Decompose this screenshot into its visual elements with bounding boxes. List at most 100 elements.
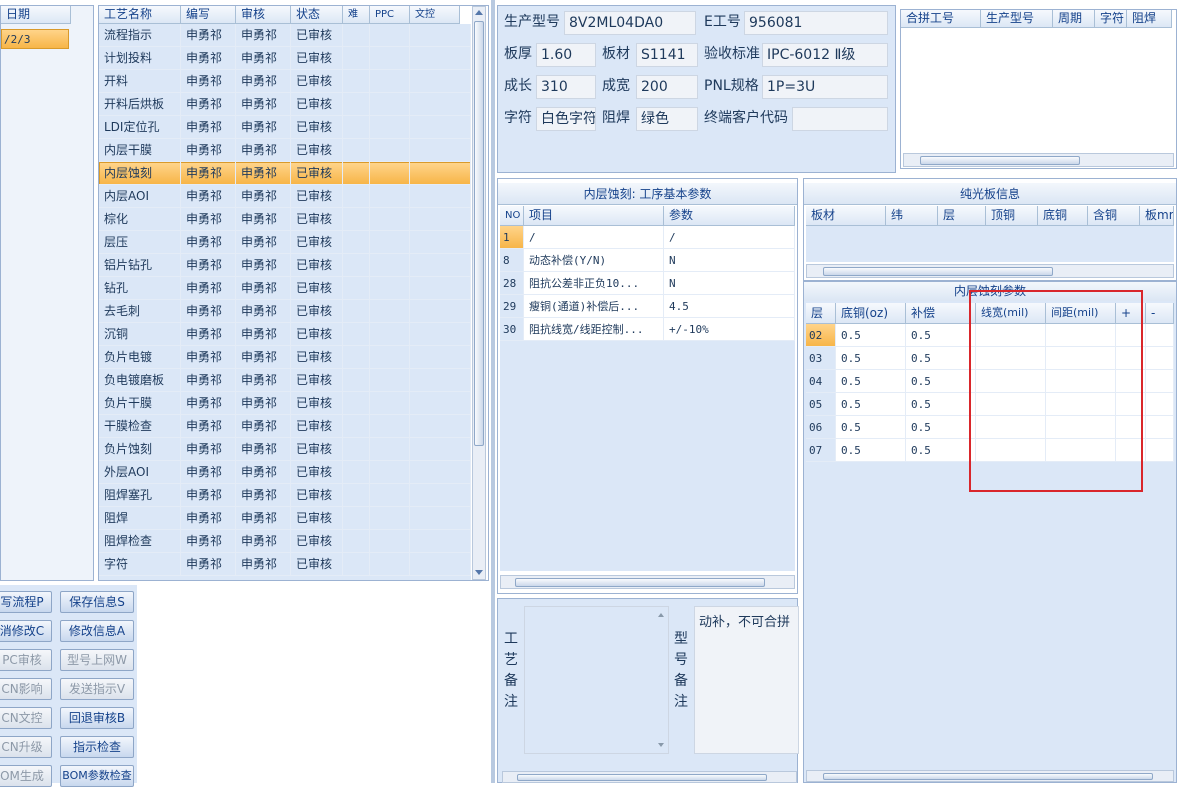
right-action-button[interactable]: 发送指示V xyxy=(60,678,134,700)
status-cell[interactable]: 已审核 xyxy=(291,162,343,185)
params-item-cell[interactable]: 阻抗公差非正负10... xyxy=(524,272,664,295)
doc-control-cell[interactable] xyxy=(410,70,471,93)
doc-control-cell[interactable] xyxy=(410,254,471,277)
doc-control-cell[interactable] xyxy=(410,47,471,70)
reviewer-cell[interactable]: 申勇祁 xyxy=(236,346,291,369)
doc-control-cell[interactable] xyxy=(410,461,471,484)
difficulty-cell[interactable] xyxy=(343,162,370,185)
params-col-header[interactable]: NO xyxy=(500,206,524,226)
status-cell[interactable]: 已审核 xyxy=(291,116,343,139)
process-name-cell[interactable]: 流程指示 xyxy=(99,24,181,47)
model-field[interactable]: 8V2ML04DA0 xyxy=(564,11,696,35)
process-col-header[interactable]: 审核 xyxy=(236,6,291,24)
compensation-cell[interactable]: 0.5 xyxy=(906,324,976,347)
difficulty-cell[interactable] xyxy=(343,24,370,47)
process-col-header[interactable]: 难 xyxy=(343,6,370,24)
process-name-cell[interactable]: 负片干膜 xyxy=(99,392,181,415)
process-name-cell[interactable]: 去毛刺 xyxy=(99,300,181,323)
doc-control-cell[interactable] xyxy=(410,530,471,553)
ppc-cell[interactable] xyxy=(370,254,410,277)
doc-control-cell[interactable] xyxy=(410,277,471,300)
params-value-cell[interactable]: N xyxy=(664,272,795,295)
ppc-cell[interactable] xyxy=(370,70,410,93)
writer-cell[interactable]: 申勇祁 xyxy=(181,47,236,70)
doc-control-cell[interactable] xyxy=(410,484,471,507)
difficulty-cell[interactable] xyxy=(343,392,370,415)
scroll-thumb[interactable] xyxy=(823,773,1153,780)
thickness-field[interactable]: 1.60 xyxy=(536,43,596,67)
params-value-cell[interactable]: 4.5 xyxy=(664,295,795,318)
writer-cell[interactable]: 申勇祁 xyxy=(181,323,236,346)
process-name-cell[interactable]: 计划投料 xyxy=(99,47,181,70)
mask-field[interactable]: 绿色 xyxy=(636,107,698,131)
etch-hscroll[interactable] xyxy=(806,770,1174,782)
writer-cell[interactable]: 申勇祁 xyxy=(181,93,236,116)
writer-cell[interactable]: 申勇祁 xyxy=(181,369,236,392)
left-action-button[interactable]: OM生成 xyxy=(0,765,52,787)
reviewer-cell[interactable]: 申勇祁 xyxy=(236,530,291,553)
process-name-cell[interactable]: 阻焊 xyxy=(99,507,181,530)
layer-cell[interactable]: 03 xyxy=(806,347,836,370)
bare-board-col-header[interactable]: 纬 xyxy=(886,206,938,226)
process-name-cell[interactable]: 铝片钻孔 xyxy=(99,254,181,277)
process-name-cell[interactable]: 内层蚀刻 xyxy=(99,162,181,185)
writer-cell[interactable]: 申勇祁 xyxy=(181,553,236,576)
writer-cell[interactable]: 申勇祁 xyxy=(181,484,236,507)
ppc-cell[interactable] xyxy=(370,553,410,576)
difficulty-cell[interactable] xyxy=(343,415,370,438)
merge-grid-hscroll[interactable] xyxy=(903,153,1174,167)
ppc-cell[interactable] xyxy=(370,93,410,116)
ppc-cell[interactable] xyxy=(370,369,410,392)
params-value-cell[interactable]: N xyxy=(664,249,795,272)
reviewer-cell[interactable]: 申勇祁 xyxy=(236,139,291,162)
reviewer-cell[interactable]: 申勇祁 xyxy=(236,162,291,185)
status-cell[interactable]: 已审核 xyxy=(291,415,343,438)
params-no-cell[interactable]: 30 xyxy=(500,318,524,341)
ppc-cell[interactable] xyxy=(370,461,410,484)
left-action-button[interactable]: CN升级 xyxy=(0,736,52,758)
status-cell[interactable]: 已审核 xyxy=(291,47,343,70)
ppc-cell[interactable] xyxy=(370,162,410,185)
reviewer-cell[interactable]: 申勇祁 xyxy=(236,70,291,93)
right-action-button[interactable]: 指示检查 xyxy=(60,736,134,758)
merge-col-header[interactable]: 字符 xyxy=(1095,10,1127,28)
reviewer-cell[interactable]: 申勇祁 xyxy=(236,300,291,323)
status-cell[interactable]: 已审核 xyxy=(291,484,343,507)
bare-board-col-header[interactable]: 层 xyxy=(938,206,986,226)
merge-col-header[interactable]: 周期 xyxy=(1053,10,1095,28)
writer-cell[interactable]: 申勇祁 xyxy=(181,70,236,93)
left-action-button[interactable]: 写流程P xyxy=(0,591,52,613)
process-remark-textarea[interactable] xyxy=(524,606,669,754)
compensation-cell[interactable]: 0.5 xyxy=(906,393,976,416)
ppc-cell[interactable] xyxy=(370,392,410,415)
doc-control-cell[interactable] xyxy=(410,300,471,323)
ppc-cell[interactable] xyxy=(370,507,410,530)
process-grid-vscroll[interactable] xyxy=(472,6,486,580)
customer-field[interactable] xyxy=(792,107,888,131)
scroll-down-arrow-icon[interactable] xyxy=(475,570,483,575)
left-action-button[interactable]: CN文控 xyxy=(0,707,52,729)
ppc-cell[interactable] xyxy=(370,139,410,162)
process-col-header[interactable]: 文控 xyxy=(410,6,460,24)
difficulty-cell[interactable] xyxy=(343,530,370,553)
writer-cell[interactable]: 申勇祁 xyxy=(181,116,236,139)
writer-cell[interactable]: 申勇祁 xyxy=(181,530,236,553)
doc-control-cell[interactable] xyxy=(410,93,471,116)
status-cell[interactable]: 已审核 xyxy=(291,461,343,484)
params-no-cell[interactable]: 1 xyxy=(500,226,524,249)
doc-control-cell[interactable] xyxy=(410,185,471,208)
writer-cell[interactable]: 申勇祁 xyxy=(181,392,236,415)
ppc-cell[interactable] xyxy=(370,346,410,369)
length-field[interactable]: 310 xyxy=(536,75,596,99)
scroll-up-arrow-icon[interactable] xyxy=(475,10,483,15)
bare-board-col-header[interactable]: 顶铜 xyxy=(986,206,1038,226)
etch-col-header[interactable]: 补偿 xyxy=(906,303,976,324)
reviewer-cell[interactable]: 申勇祁 xyxy=(236,93,291,116)
writer-cell[interactable]: 申勇祁 xyxy=(181,415,236,438)
reviewer-cell[interactable]: 申勇祁 xyxy=(236,24,291,47)
layer-cell[interactable]: 07 xyxy=(806,439,836,462)
doc-control-cell[interactable] xyxy=(410,507,471,530)
ppc-cell[interactable] xyxy=(370,484,410,507)
merge-col-header[interactable]: 阻焊 xyxy=(1127,10,1172,28)
process-name-cell[interactable]: 外层AOI xyxy=(99,461,181,484)
